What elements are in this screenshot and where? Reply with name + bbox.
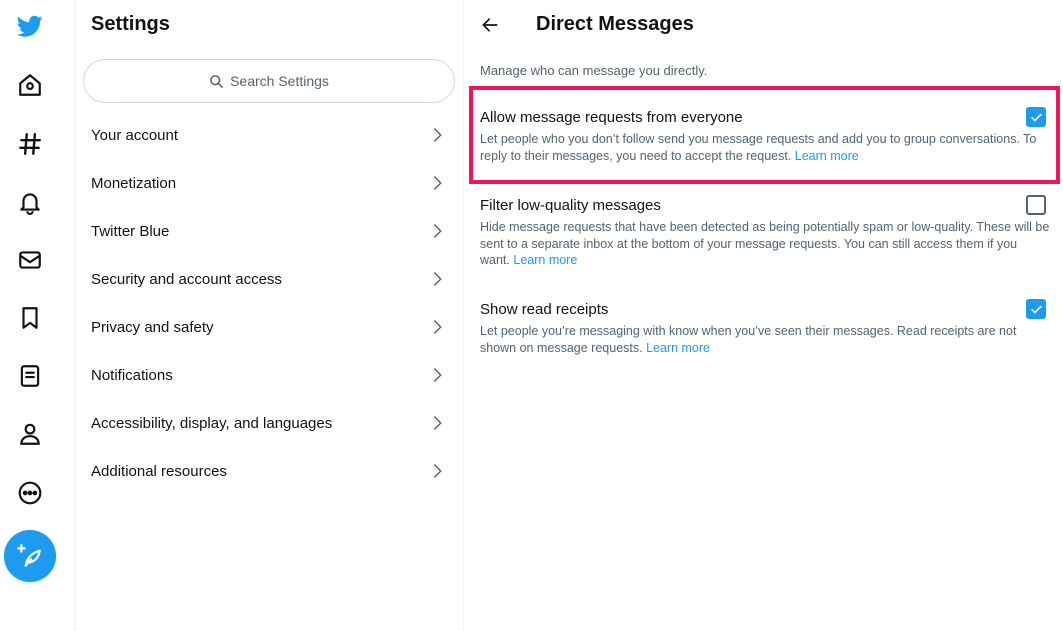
search-placeholder: Search Settings [230,73,329,89]
settings-item-label: Twitter Blue [91,222,170,240]
settings-item-security[interactable]: Security and account access [75,255,464,303]
settings-item-label: Additional resources [91,462,227,480]
option-filter-low-quality: Filter low-quality messages Hide message… [480,197,1050,269]
option-title: Show read receipts [480,301,609,318]
bookmark-icon[interactable] [12,300,48,336]
learn-more-link[interactable]: Learn more [513,253,577,267]
settings-item-twitter-blue[interactable]: Twitter Blue [75,207,464,255]
settings-item-monetization[interactable]: Monetization [75,159,464,207]
checkmark-icon [1030,305,1042,313]
settings-item-label: Accessibility, display, and languages [91,414,333,432]
explore-hashtag-icon[interactable] [12,126,48,162]
notifications-bell-icon[interactable] [12,184,48,220]
settings-item-label: Privacy and safety [91,318,214,336]
option-description: Let people who you don’t follow send you… [480,131,1050,164]
chevron-right-icon [434,224,442,238]
chevron-right-icon [434,368,442,382]
chevron-right-icon [434,272,442,286]
option-description-text: Let people who you don’t follow send you… [480,132,1037,163]
settings-column: Settings Search Settings Your account Mo… [75,0,464,631]
option-description: Hide message requests that have been det… [480,219,1050,269]
back-button[interactable] [476,11,504,39]
messages-envelope-icon[interactable] [12,242,48,278]
option-allow-message-requests: Allow message requests from everyone Let… [480,109,1050,164]
chevron-right-icon [434,416,442,430]
settings-item-label: Security and account access [91,270,282,288]
checkmark-icon [1030,113,1042,121]
filter-low-quality-checkbox[interactable] [1026,195,1046,215]
profile-icon[interactable] [12,416,48,452]
option-title: Filter low-quality messages [480,197,661,214]
settings-item-label: Monetization [91,174,177,192]
compose-feather-icon [17,544,41,567]
option-title: Allow message requests from everyone [480,109,743,126]
direct-messages-panel: Direct Messages Manage who can message y… [464,0,1063,631]
settings-item-privacy[interactable]: Privacy and safety [75,303,464,351]
page-title: Direct Messages [536,13,694,35]
page-description: Manage who can message you directly. [480,63,708,78]
chevron-right-icon [434,176,442,190]
home-icon[interactable] [12,67,48,103]
left-nav-rail [0,0,75,631]
settings-item-notifications[interactable]: Notifications [75,351,464,399]
settings-item-your-account[interactable]: Your account [75,111,464,159]
learn-more-link[interactable]: Learn more [646,341,710,355]
settings-item-accessibility[interactable]: Accessibility, display, and languages [75,399,464,447]
allow-message-requests-checkbox[interactable] [1026,107,1046,127]
more-icon[interactable] [12,475,48,511]
lists-icon[interactable] [12,358,48,394]
option-show-read-receipts: Show read receipts Let people you’re mes… [480,301,1050,356]
option-description: Let people you’re messaging with know wh… [480,323,1050,356]
chevron-right-icon [434,128,442,142]
show-read-receipts-checkbox[interactable] [1026,299,1046,319]
settings-item-label: Notifications [91,366,173,384]
twitter-logo-icon[interactable] [12,8,48,44]
settings-item-additional-resources[interactable]: Additional resources [75,447,464,495]
back-arrow-icon [482,18,498,32]
learn-more-link[interactable]: Learn more [795,149,859,163]
compose-tweet-button[interactable] [4,530,56,582]
chevron-right-icon [434,320,442,334]
search-settings-input[interactable]: Search Settings [83,59,455,103]
settings-item-label: Your account [91,126,179,144]
search-icon [210,74,223,88]
chevron-right-icon [434,464,442,478]
option-description-text: Let people you’re messaging with know wh… [480,324,1017,355]
settings-title: Settings [91,13,170,35]
